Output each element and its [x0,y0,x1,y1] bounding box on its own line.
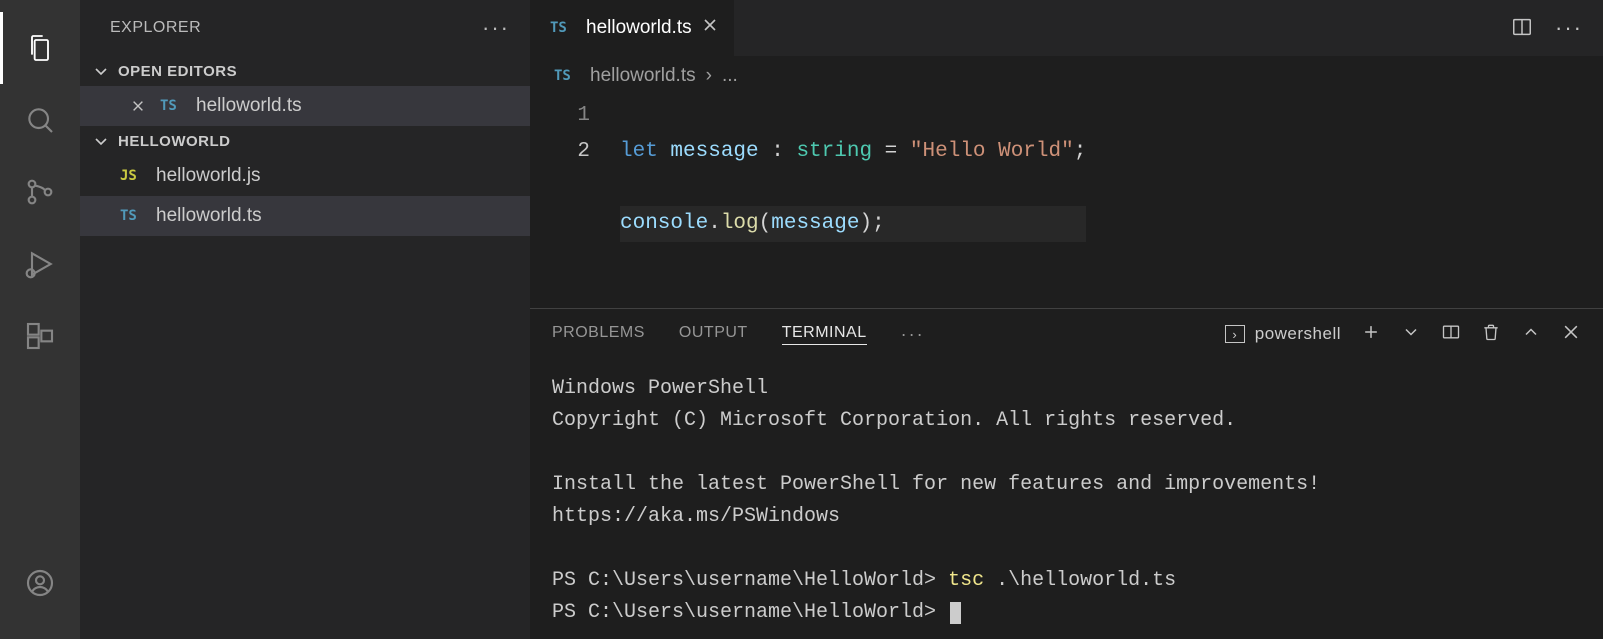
terminal-shell-select[interactable]: › powershell [1225,324,1341,344]
editor-tab-row: TS helloworld.ts ··· [530,0,1603,56]
ts-file-icon: TS [554,68,580,84]
file-item-js[interactable]: JS helloworld.js [80,156,530,196]
code-area[interactable]: let message : string = "Hello World"; co… [620,98,1086,278]
folder-header[interactable]: HELLOWORLD [80,126,530,156]
activity-bar [0,0,80,639]
gutter: 1 2 [530,98,620,278]
panel-tab-row: PROBLEMS OUTPUT TERMINAL ··· › powershel… [530,309,1603,359]
extensions-icon[interactable] [0,300,80,372]
ts-file-icon: TS [160,98,186,114]
chevron-up-icon[interactable] [1521,322,1541,347]
sidebar-title: EXPLORER [110,19,201,37]
shell-name: powershell [1255,324,1341,344]
tab-label: helloworld.ts [586,17,692,39]
file-name: helloworld.js [156,165,261,187]
panel-actions: › powershell [1225,322,1581,347]
accounts-icon[interactable] [0,547,80,619]
js-file-icon: JS [120,168,146,184]
chevron-down-icon [92,62,110,80]
kill-terminal-icon[interactable] [1481,322,1501,347]
code-editor[interactable]: 1 2 let message : string = "Hello World"… [530,96,1603,278]
search-icon[interactable] [0,84,80,156]
close-icon[interactable] [130,99,146,113]
tab-output[interactable]: OUTPUT [679,324,748,344]
breadcrumb-file: helloworld.ts [590,65,696,87]
split-editor-icon[interactable] [1511,16,1533,41]
source-control-icon[interactable] [0,156,80,228]
panel-more-icon[interactable]: ··· [901,325,925,343]
chevron-down-icon [92,132,110,150]
terminal[interactable]: Windows PowerShell Copyright (C) Microso… [530,359,1603,639]
sidebar-more-icon[interactable]: ··· [482,17,510,39]
tab-problems[interactable]: PROBLEMS [552,324,645,344]
open-editor-item[interactable]: TS helloworld.ts [80,86,530,126]
line-number: 2 [530,134,590,170]
file-name: helloworld.ts [196,95,302,117]
editor-region: TS helloworld.ts ··· TS helloworld.ts › … [530,0,1603,639]
line-number: 1 [530,98,590,134]
new-terminal-icon[interactable] [1361,322,1381,347]
editor-more-icon[interactable]: ··· [1555,17,1583,39]
editor-tab[interactable]: TS helloworld.ts [530,0,735,56]
sidebar-title-row: EXPLORER ··· [80,0,530,56]
breadcrumb-rest: ... [722,65,738,87]
file-item-ts[interactable]: TS helloworld.ts [80,196,530,236]
tab-terminal[interactable]: TERMINAL [782,324,867,345]
chevron-right-icon: › [706,65,712,87]
breadcrumb[interactable]: TS helloworld.ts › ... [530,56,1603,96]
ts-file-icon: TS [120,208,146,224]
open-editors-header[interactable]: OPEN EDITORS [80,56,530,86]
run-debug-icon[interactable] [0,228,80,300]
close-panel-icon[interactable] [1561,322,1581,347]
file-name: helloworld.ts [156,205,262,227]
terminal-launch-icon: › [1225,325,1245,343]
chevron-down-icon[interactable] [1401,322,1421,347]
open-editors-label: OPEN EDITORS [118,63,237,80]
split-terminal-icon[interactable] [1441,322,1461,347]
terminal-cursor [950,602,961,624]
bottom-panel: PROBLEMS OUTPUT TERMINAL ··· › powershel… [530,308,1603,639]
folder-label: HELLOWORLD [118,133,230,150]
tab-actions: ··· [1511,0,1603,56]
close-icon[interactable] [702,17,720,39]
explorer-sidebar: EXPLORER ··· OPEN EDITORS TS helloworld.… [80,0,530,639]
explorer-icon[interactable] [0,12,80,84]
ts-file-icon: TS [550,20,576,36]
